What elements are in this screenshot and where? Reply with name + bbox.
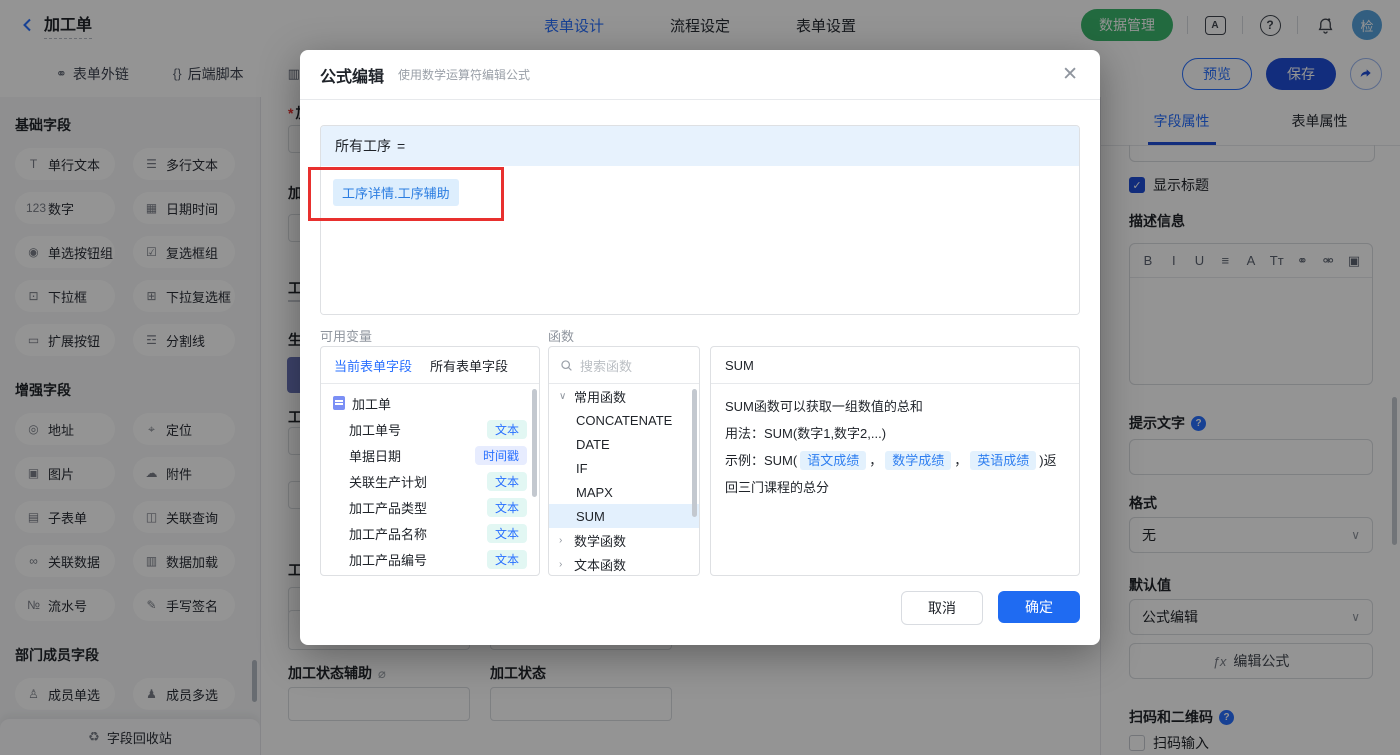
chip-separator: ， [954,453,968,468]
variable-type-badge: 文本 [486,497,527,517]
chevron-down-icon: ∨ [559,390,567,402]
function-label: DATE [576,436,610,452]
functions-label: 函数 [548,329,575,344]
formula-editor[interactable]: 所有工序 = 工序详情.工序辅助 [320,125,1080,315]
function-item-DATE[interactable]: DATE [549,432,699,456]
function-rows: ∨ 常用函数 CONCATENATE DATE IF MAPX SUM › 数学函数 › 文本函数 [549,384,699,575]
variable-name: 关联生产计划 [349,474,428,490]
variable-name: 加工产品名称 [349,526,428,542]
app-root: 加工单 表单设计 流程设定 表单设置 数据管理 A ? 检 ⚭ 表单外链{} 后端脚本 ▥… [0,0,1400,755]
detail-line-1: SUM函数可以获取一组数值的总和 [725,399,923,414]
variables-label: 可用变量 [320,329,373,344]
variables-tab-所有表单字段[interactable]: 所有表单字段 [430,356,508,375]
example-field-chip[interactable]: 语文成绩 [800,451,867,470]
close-icon[interactable]: ✕ [1062,64,1078,86]
search-icon [561,359,572,371]
formula-edit-modal: 公式编辑 使用数学运算符编辑公式 ✕ 所有工序 = 工序详情.工序辅助 可用变量… [300,50,1100,645]
variables-tab-当前表单字段[interactable]: 当前表单字段 [334,356,412,375]
function-label: IF [576,460,588,476]
variable-type-badge: 文本 [486,549,527,569]
variable-row[interactable]: 单据日期 时间戳 [321,442,539,468]
functions-panel: 搜索函数 ∨ 常用函数 CONCATENATE DATE IF MAPX SUM › 数学函数 ›… [548,346,700,576]
example-field-chip[interactable]: 英语成绩 [970,451,1037,470]
formula-field-chip[interactable]: 工序详情.工序辅助 [333,179,459,206]
variable-row[interactable]: 加工产品编号 文本 [321,546,539,572]
variable-type-badge: 文本 [486,523,527,543]
modal-footer: 取消 确定 [901,591,1080,625]
function-item-MAPX[interactable]: MAPX [549,480,699,504]
variables-scrollbar[interactable] [532,389,537,497]
function-detail-panel: SUM SUM函数可以获取一组数值的总和 用法：SUM(数字1,数字2,...)… [710,346,1080,576]
function-label: CONCATENATE [576,412,673,428]
confirm-button[interactable]: 确定 [998,591,1080,623]
function-search[interactable]: 搜索函数 [549,347,699,384]
chevron-right-icon: › [559,534,563,546]
function-group-数学函数[interactable]: › 数学函数 [549,528,699,552]
variable-row[interactable]: 加工产品类型 文本 [321,494,539,520]
function-item-IF[interactable]: IF [549,456,699,480]
modal-title: 公式编辑 [320,68,385,86]
variable-name: 加工单号 [349,422,402,438]
modal-subtitle: 使用数学运算符编辑公式 [398,68,531,82]
variable-type-badge: 文本 [486,419,527,439]
detail-chips: 语文成绩，数学成绩，英语成绩 [797,451,1039,470]
variable-name: 加工产品编号 [349,552,428,568]
formula-target-row: 所有工序 = [321,126,1079,166]
variable-type-badge: 时间戳 [474,445,527,465]
function-item-SUM[interactable]: SUM [549,504,699,528]
function-label: 文本函数 [574,557,627,573]
variable-name: 加工产品类型 [349,500,428,516]
function-label: MAPX [576,484,613,500]
modal-header: 公式编辑 使用数学运算符编辑公式 [300,50,1100,100]
variable-name: 单据日期 [349,448,402,464]
detail-line-3: 示例：SUM(语文成绩，数学成绩，英语成绩)返回三门课程的总分 [725,451,1057,495]
function-detail-body: SUM函数可以获取一组数值的总和 用法：SUM(数字1,数字2,...) 示例：… [711,384,1079,510]
function-label: 常用函数 [574,389,627,405]
variable-row[interactable]: 加工单号 文本 [321,416,539,442]
chip-separator: ， [869,453,883,468]
variable-type-badge: 文本 [486,471,527,491]
chevron-right-icon: › [559,558,563,570]
search-placeholder: 搜索函数 [580,358,633,374]
function-detail-title: SUM [711,347,1079,384]
form-doc-icon [333,396,345,410]
function-item-CONCATENATE[interactable]: CONCATENATE [549,408,699,432]
cancel-button[interactable]: 取消 [901,591,983,625]
function-label: SUM [576,508,605,524]
variables-rows: 加工单号 文本 单据日期 时间戳 关联生产计划 文本 加工产品类型 文本 加工产品名称 文本 加工产… [321,416,539,572]
detail-line-2: 用法：SUM(数字1,数字2,...) [725,426,887,441]
function-group-文本函数[interactable]: › 文本函数 [549,552,699,575]
variables-panel: 当前表单字段 所有表单字段 加工单 加工单号 文本 单据日期 时间戳 关联生产计划 文本 加工… [320,346,540,576]
equals-sign: = [397,138,406,154]
functions-scrollbar[interactable] [692,389,697,517]
variable-row[interactable]: 关联生产计划 文本 [321,468,539,494]
formula-body[interactable]: 工序详情.工序辅助 [321,166,1079,314]
formula-target: 所有工序 [335,138,391,154]
function-group-常用函数[interactable]: ∨ 常用函数 [549,384,699,408]
variable-row[interactable]: 加工产品名称 文本 [321,520,539,546]
variables-tabs: 当前表单字段 所有表单字段 [321,347,539,384]
example-field-chip[interactable]: 数学成绩 [885,451,952,470]
variables-root[interactable]: 加工单 [321,390,539,416]
function-label: 数学函数 [574,533,627,549]
